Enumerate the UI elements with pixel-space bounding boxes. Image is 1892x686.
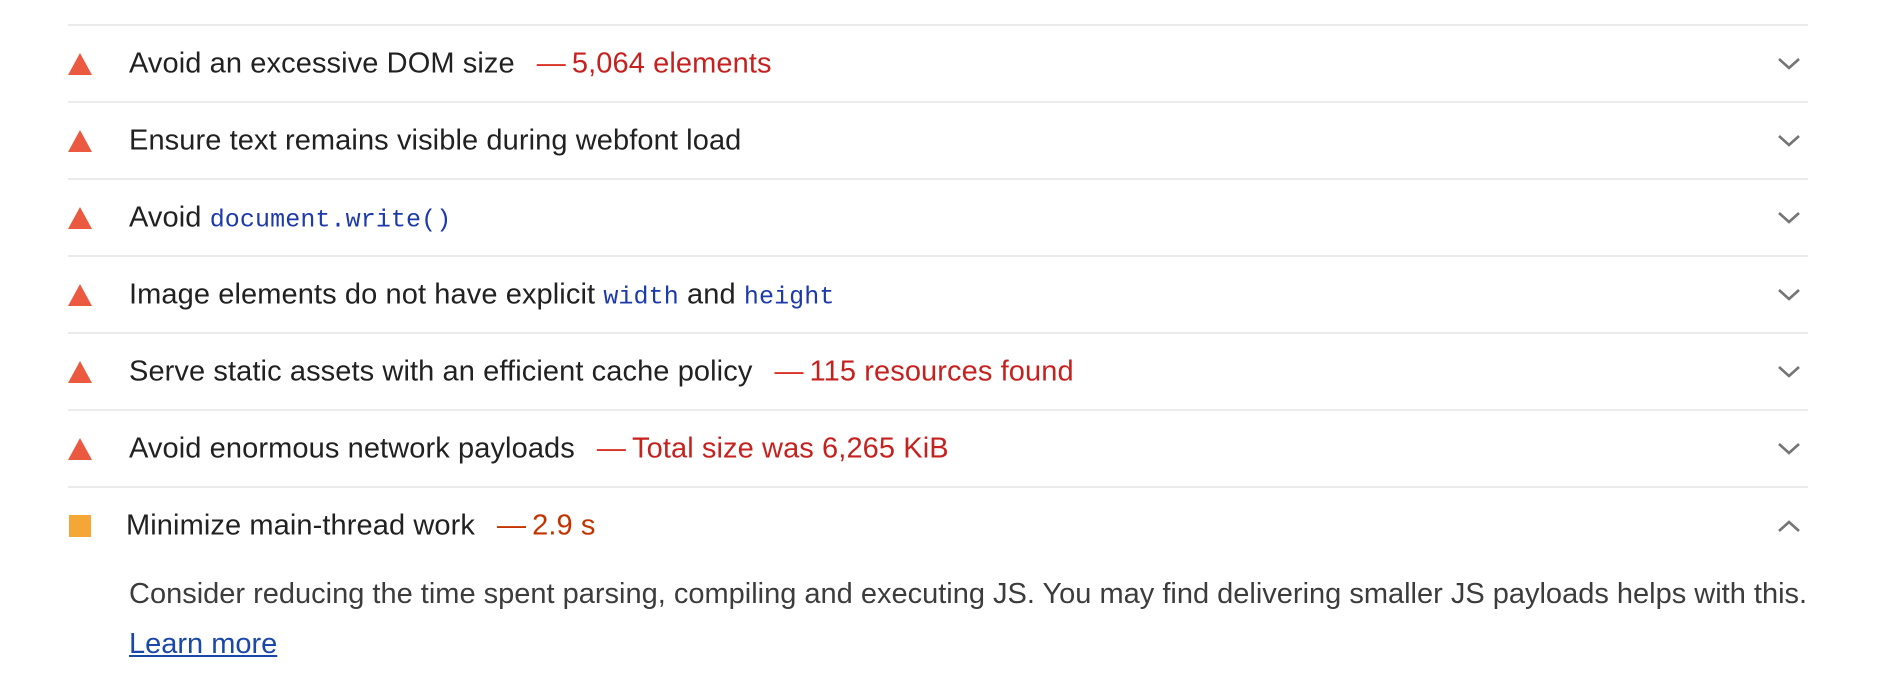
chevron-down-icon[interactable]: [1776, 56, 1802, 72]
chevron-down-icon[interactable]: [1776, 133, 1802, 149]
chevron-up-icon[interactable]: [1776, 518, 1802, 534]
audit-title-middle: and: [687, 278, 736, 310]
audit-display-value: 2.9 s: [532, 509, 596, 541]
audit-display-value: 115 resources found: [809, 355, 1074, 387]
audit-main-thread-work-header[interactable]: Minimize main-thread work —2.9 s: [68, 488, 1808, 563]
audit-title-text: Serve static assets with an efficient ca…: [129, 355, 753, 387]
audit-dom-size-header[interactable]: Avoid an excessive DOM size —5,064 elemen…: [68, 26, 1808, 101]
audit-title-code-width: width: [603, 282, 679, 311]
audit-document-write-header[interactable]: Avoid document.write(): [68, 180, 1808, 255]
audit-network-payloads-header[interactable]: Avoid enormous network payloads — Total si…: [68, 411, 1808, 486]
warning-triangle-icon: [68, 437, 92, 460]
audit-description-text: Consider reducing the time spent parsing…: [129, 578, 1808, 610]
audit-title-prefix: Image elements do not have explicit: [129, 278, 596, 310]
audit-title: Avoid enormous network payloads — Total si…: [129, 432, 949, 465]
audit-title: Avoid an excessive DOM size —5,064 elemen…: [129, 47, 772, 80]
audit-display-value: Total size was 6,265 KiB: [631, 432, 949, 464]
warning-triangle-icon: [68, 52, 92, 75]
audit-title-text: Avoid an excessive DOM size: [129, 47, 515, 79]
audit-separator: —: [497, 509, 527, 541]
audit-network-payloads: Avoid enormous network payloads — Total si…: [68, 409, 1808, 486]
audit-separator: —: [774, 355, 804, 387]
audit-title: Image elements do not have explicit widt…: [129, 278, 835, 311]
learn-more-link[interactable]: Learn more: [129, 628, 277, 660]
audit-title: Avoid document.write(): [129, 201, 451, 234]
audit-separator: —: [596, 432, 626, 464]
audit-unsized-images: Image elements do not have explicit widt…: [68, 255, 1808, 332]
warning-triangle-icon: [68, 360, 92, 383]
warning-square-icon: [68, 514, 92, 537]
audit-font-display: Ensure text remains visible during webfo…: [68, 101, 1808, 178]
audit-font-display-header[interactable]: Ensure text remains visible during webfo…: [68, 103, 1808, 178]
audit-dom-size: Avoid an excessive DOM size —5,064 elemen…: [68, 24, 1808, 101]
audit-title-code-height: height: [743, 282, 835, 311]
audit-separator: —: [536, 47, 566, 79]
audit-document-write: Avoid document.write(): [68, 178, 1808, 255]
chevron-down-icon[interactable]: [1776, 364, 1802, 380]
audit-display-value: 5,064 elements: [571, 47, 772, 79]
chevron-down-icon[interactable]: [1776, 210, 1802, 226]
audit-title-prefix: Avoid: [129, 201, 202, 233]
audit-title-text: Avoid enormous network payloads: [129, 432, 575, 464]
warning-triangle-icon: [68, 206, 92, 229]
audit-description: Consider reducing the time spent parsing…: [129, 569, 1829, 669]
chevron-down-icon[interactable]: [1776, 441, 1802, 457]
audit-title-code: document.write(): [209, 205, 452, 234]
audit-title-text: Minimize main-thread work: [126, 509, 475, 541]
diagnostics-audit-list: Avoid an excessive DOM size —5,064 elemen…: [68, 24, 1808, 669]
audit-cache-policy-header[interactable]: Serve static assets with an efficient ca…: [68, 334, 1808, 409]
audit-title: Serve static assets with an efficient ca…: [129, 355, 1074, 388]
audit-title-text: Ensure text remains visible during webfo…: [129, 124, 742, 156]
audit-unsized-images-header[interactable]: Image elements do not have explicit widt…: [68, 257, 1808, 332]
audit-main-thread-work: Minimize main-thread work —2.9 s Consider…: [68, 486, 1808, 669]
warning-triangle-icon: [68, 129, 92, 152]
audit-cache-policy: Serve static assets with an efficient ca…: [68, 332, 1808, 409]
audit-title: Minimize main-thread work —2.9 s: [126, 509, 595, 542]
chevron-down-icon[interactable]: [1776, 287, 1802, 303]
audit-title: Ensure text remains visible during webfo…: [129, 124, 741, 157]
warning-triangle-icon: [68, 283, 92, 306]
